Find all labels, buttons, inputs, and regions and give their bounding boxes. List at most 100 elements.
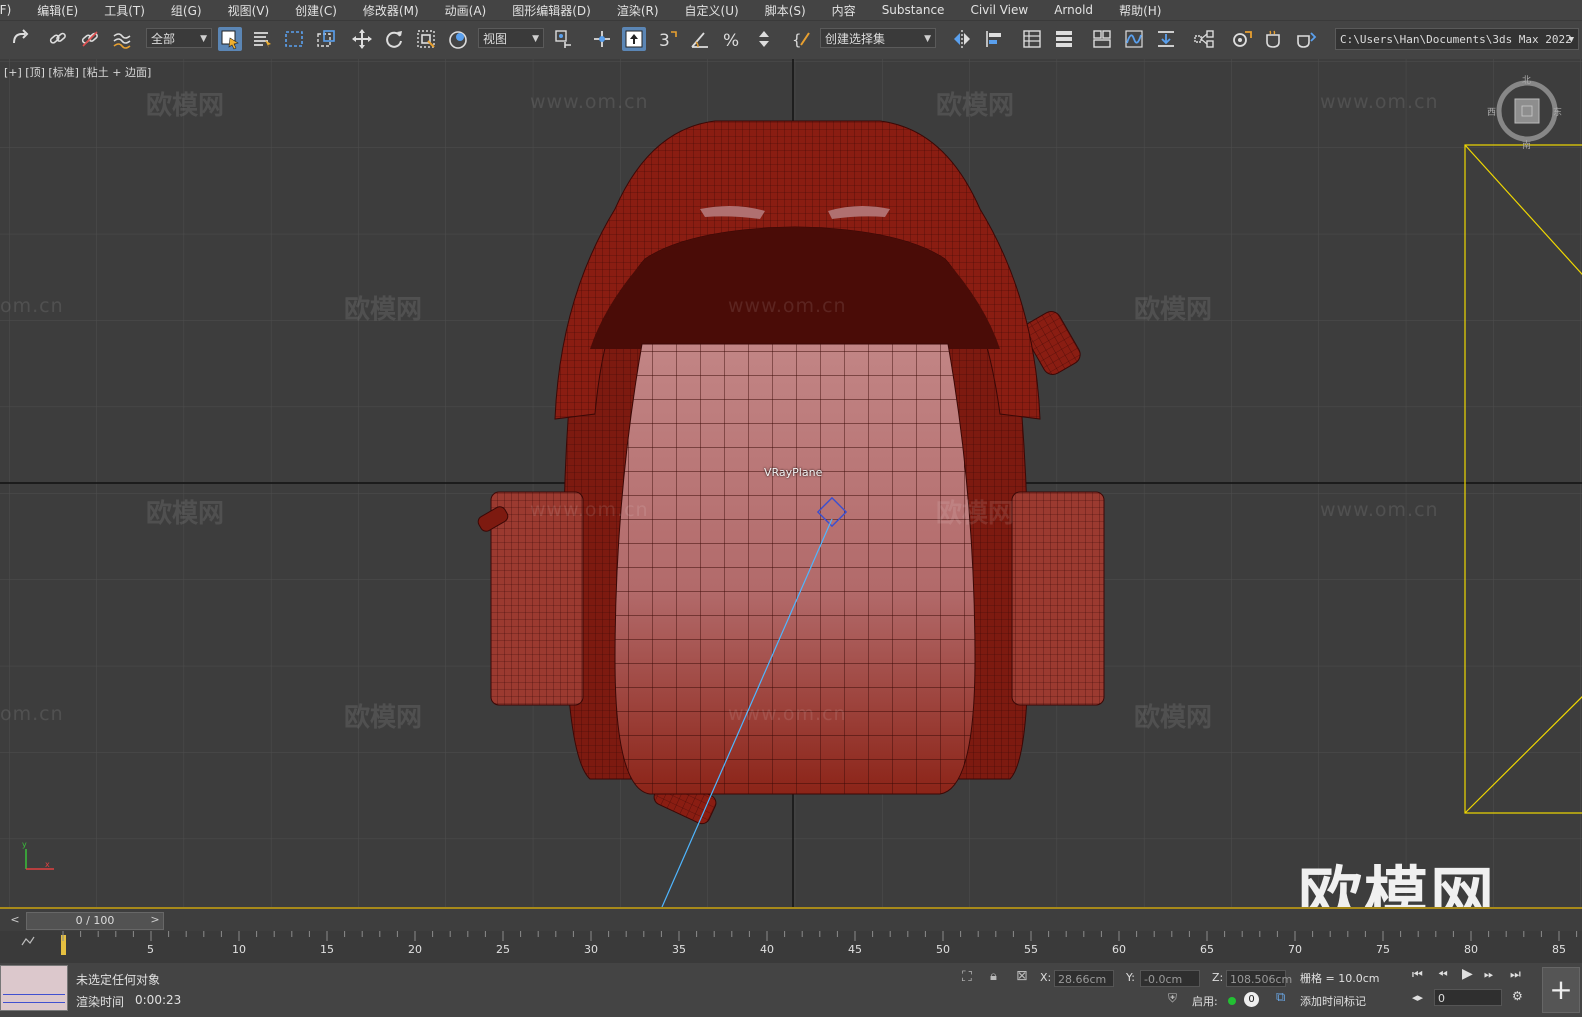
- frame-display: 0 / 100: [75, 914, 115, 927]
- select-object-icon[interactable]: [218, 27, 242, 51]
- menu-group[interactable]: 组(G): [158, 2, 215, 19]
- viewcube[interactable]: 北 南 东 西: [1487, 76, 1563, 151]
- previous-frame-icon[interactable]: ⏪︎: [1438, 967, 1448, 982]
- selection-filter-dropdown[interactable]: 全部 ▼: [146, 28, 212, 48]
- toggle-scene-explorer-icon[interactable]: [1020, 27, 1044, 51]
- tick-label: 55: [1024, 943, 1038, 956]
- viewport-top[interactable]: y x [+] [顶] [标准] [粘土 + 边面] 欧模网 www.om.cn…: [0, 59, 1582, 909]
- menu-content[interactable]: 内容: [819, 2, 869, 19]
- chevron-left-icon[interactable]: <: [8, 912, 22, 928]
- align-icon[interactable]: [982, 27, 1006, 51]
- angle-snap-icon[interactable]: [688, 27, 712, 51]
- toggle-layer-explorer-icon[interactable]: [1052, 27, 1076, 51]
- project-path-value: C:\Users\Han\Documents\3ds Max 2022: [1340, 33, 1572, 46]
- place-icon[interactable]: [446, 27, 470, 51]
- time-slider[interactable]: < 0 / 100 >: [0, 909, 1582, 931]
- watermark-url: om.cn: [0, 703, 64, 725]
- watermark: 欧模网: [146, 499, 225, 529]
- go-to-end-icon[interactable]: ⏭: [1510, 967, 1521, 982]
- unlink-icon[interactable]: [78, 27, 102, 51]
- frame-slider[interactable]: 0 / 100: [26, 912, 164, 930]
- select-by-name-icon[interactable]: [250, 27, 274, 51]
- link-icon[interactable]: [46, 27, 70, 51]
- main-toolbar: 全部 ▼ 视图 ▼ 3 % { 创建选择集 ▼ C:\Users\Han\Docume…: [0, 20, 1582, 60]
- mini-listener-preview[interactable]: [0, 965, 68, 1011]
- keyboard-shortcut-override-icon[interactable]: [622, 27, 646, 51]
- current-frame-field[interactable]: 0: [1434, 989, 1502, 1006]
- selection-status: 未选定任何对象: [76, 973, 161, 987]
- select-manipulate-icon[interactable]: [590, 27, 614, 51]
- trackbar[interactable]: 5 10 15 20 25 30 35 40 45 50 55 60 65 70…: [0, 931, 1582, 963]
- window-crossing-icon[interactable]: [314, 27, 338, 51]
- toggle-ribbon-icon[interactable]: [1090, 27, 1114, 51]
- menu-tools[interactable]: 工具(T): [91, 2, 158, 19]
- tick-label: 45: [848, 943, 862, 956]
- bind-space-warp-icon[interactable]: [110, 27, 134, 51]
- scale-icon[interactable]: [414, 27, 438, 51]
- add-time-tag[interactable]: 添加时间标记: [1300, 993, 1366, 1009]
- x-label: X:: [1040, 971, 1052, 984]
- rotate-icon[interactable]: [382, 27, 406, 51]
- enable-count-badge[interactable]: 0: [1244, 992, 1259, 1007]
- render-production-icon[interactable]: [1294, 27, 1318, 51]
- watermark: 欧模网: [936, 499, 1015, 529]
- chevron-right-icon[interactable]: >: [148, 912, 162, 928]
- menu-rendering[interactable]: 渲染(R): [604, 2, 672, 19]
- edit-named-selection-icon[interactable]: {: [790, 27, 814, 51]
- render-setup-icon[interactable]: [1230, 27, 1254, 51]
- x-coordinate-field[interactable]: 28.66cm: [1054, 970, 1114, 987]
- menu-animation[interactable]: 动画(A): [432, 2, 500, 19]
- create-panel-plus-icon[interactable]: +: [1542, 967, 1580, 1013]
- menu-edit[interactable]: 编辑(E): [24, 2, 91, 19]
- menu-graph-editors[interactable]: 图形编辑器(D): [499, 2, 604, 19]
- go-to-start-icon[interactable]: ⏮: [1412, 967, 1423, 982]
- menu-arnold[interactable]: Arnold: [1041, 3, 1106, 17]
- rendered-frame-window-icon[interactable]: [1262, 27, 1286, 51]
- play-icon[interactable]: ▶: [1462, 966, 1473, 982]
- menu-help[interactable]: 帮助(H): [1106, 2, 1174, 19]
- next-frame-icon[interactable]: ⏩︎: [1484, 967, 1494, 982]
- menu-views[interactable]: 视图(V): [215, 2, 283, 19]
- tick-label: 65: [1200, 943, 1214, 956]
- menu-create[interactable]: 创建(C): [282, 2, 350, 19]
- isolate-selection-icon[interactable]: ⛶: [962, 969, 972, 985]
- menu-scripting[interactable]: 脚本(S): [752, 2, 819, 19]
- schematic-view-icon[interactable]: [1192, 27, 1216, 51]
- transform-mode-icon[interactable]: ⊠: [1016, 968, 1028, 984]
- viewport-label[interactable]: [+] [顶] [标准] [粘土 + 边面]: [4, 64, 151, 80]
- redo-icon[interactable]: [8, 27, 32, 51]
- tick-label: 30: [584, 943, 598, 956]
- dope-sheet-icon[interactable]: [1154, 27, 1178, 51]
- menu-file[interactable]: (F): [0, 3, 24, 17]
- reference-coord-dropdown[interactable]: 视图 ▼: [478, 28, 544, 48]
- z-coordinate-field[interactable]: 108.506cm: [1226, 970, 1292, 987]
- snaps-toggle-icon[interactable]: 3: [656, 27, 680, 51]
- menu-modifiers[interactable]: 修改器(M): [350, 2, 432, 19]
- shield-icon[interactable]: ⛨: [1168, 991, 1177, 1006]
- menu-civil-view[interactable]: Civil View: [957, 3, 1041, 17]
- svg-text:{: {: [792, 31, 802, 49]
- project-path-dropdown[interactable]: C:\Users\Han\Documents\3ds Max 2022 ▼: [1335, 28, 1579, 50]
- curve-editor-icon[interactable]: [1122, 27, 1146, 51]
- tick-label: 5: [147, 943, 154, 956]
- menu-substance[interactable]: Substance: [869, 3, 958, 17]
- compass-south: 南: [1522, 141, 1532, 151]
- spinner-snap-icon[interactable]: [752, 27, 776, 51]
- menu-customize[interactable]: 自定义(U): [672, 2, 752, 19]
- rectangular-selection-icon[interactable]: [282, 27, 306, 51]
- percent-snap-icon[interactable]: %: [720, 27, 744, 51]
- current-frame-value: 0: [1438, 992, 1445, 1005]
- move-icon[interactable]: [350, 27, 374, 51]
- tick-label: 15: [320, 943, 334, 956]
- key-mode-icon[interactable]: ◂▸: [1412, 991, 1423, 1004]
- tick-label: 25: [496, 943, 510, 956]
- lock-icon[interactable]: 🔒︎: [990, 969, 997, 984]
- named-selection-set-dropdown[interactable]: 创建选择集 ▼: [820, 28, 936, 48]
- chevron-down-icon: ▼: [924, 34, 931, 44]
- mirror-icon[interactable]: [950, 27, 974, 51]
- time-configuration-icon[interactable]: ⚙: [1512, 989, 1523, 1003]
- time-tag-icon[interactable]: ⧉: [1276, 990, 1285, 1005]
- compass-north: 北: [1522, 76, 1532, 86]
- pivot-center-icon[interactable]: [552, 27, 576, 51]
- y-coordinate-field[interactable]: -0.0cm: [1140, 970, 1200, 987]
